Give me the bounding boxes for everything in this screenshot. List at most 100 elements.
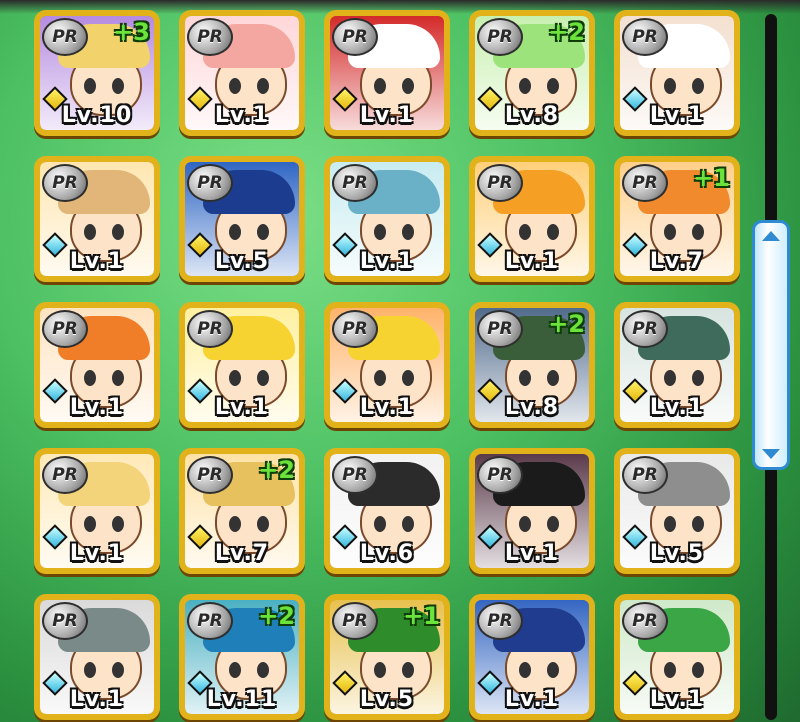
eye-right xyxy=(692,370,704,386)
character-card[interactable]: PR Lv.1 xyxy=(614,10,740,136)
level-label: Lv.8 xyxy=(504,103,560,128)
character-card[interactable]: PR Lv.1 xyxy=(469,594,595,720)
character-card[interactable]: PR Lv.1 xyxy=(469,448,595,574)
eye-right xyxy=(692,662,704,678)
bonus-plus-badge: +2 xyxy=(548,18,585,46)
eye-left xyxy=(374,78,386,94)
rarity-badge: PR xyxy=(187,310,233,348)
eye-right xyxy=(402,78,414,94)
eye-left xyxy=(519,516,531,532)
level-label: Lv.1 xyxy=(69,395,125,420)
character-card[interactable]: PR Lv.1 xyxy=(324,10,450,136)
scroll-thumb[interactable] xyxy=(752,220,790,470)
eye-left xyxy=(519,78,531,94)
level-label: Lv.1 xyxy=(69,541,125,566)
character-card[interactable]: PR +1 Lv.5 xyxy=(324,594,450,720)
eye-left xyxy=(664,516,676,532)
level-label: Lv.1 xyxy=(649,103,705,128)
eye-left xyxy=(664,224,676,240)
character-card[interactable]: PR Lv.1 xyxy=(34,594,160,720)
level-label: Lv.5 xyxy=(649,541,705,566)
eye-left xyxy=(519,370,531,386)
eye-left xyxy=(229,224,241,240)
character-card[interactable]: PR Lv.1 xyxy=(324,156,450,282)
eye-left xyxy=(229,78,241,94)
level-label: Lv.1 xyxy=(359,249,415,274)
rarity-badge: PR xyxy=(332,602,378,640)
rarity-badge: PR xyxy=(622,18,668,56)
rarity-badge: PR xyxy=(187,164,233,202)
character-card[interactable]: PR Lv.5 xyxy=(179,156,305,282)
level-label: Lv.10 xyxy=(61,103,133,128)
character-card[interactable]: PR Lv.1 xyxy=(614,594,740,720)
eye-left xyxy=(84,662,96,678)
chevron-up-icon xyxy=(762,231,780,241)
eye-left xyxy=(84,370,96,386)
rarity-badge: PR xyxy=(42,18,88,56)
level-label: Lv.7 xyxy=(214,541,270,566)
character-card[interactable]: PR +2 Lv.8 xyxy=(469,10,595,136)
rarity-badge: PR xyxy=(622,310,668,348)
bonus-plus-badge: +2 xyxy=(258,602,295,630)
character-card[interactable]: PR Lv.1 xyxy=(469,156,595,282)
level-label: Lv.11 xyxy=(206,687,278,712)
level-label: Lv.1 xyxy=(69,687,125,712)
level-label: Lv.1 xyxy=(69,249,125,274)
rarity-badge: PR xyxy=(477,602,523,640)
rarity-badge: PR xyxy=(332,164,378,202)
eye-right xyxy=(112,662,124,678)
character-card[interactable]: PR Lv.1 xyxy=(324,302,450,428)
character-card[interactable]: PR Lv.1 xyxy=(34,448,160,574)
level-label: Lv.1 xyxy=(649,687,705,712)
rarity-badge: PR xyxy=(477,310,523,348)
level-label: Lv.8 xyxy=(504,395,560,420)
eye-left xyxy=(374,662,386,678)
level-label: Lv.6 xyxy=(359,541,415,566)
character-card[interactable]: PR Lv.1 xyxy=(614,302,740,428)
eye-right xyxy=(402,662,414,678)
eye-right xyxy=(112,370,124,386)
eye-left xyxy=(664,78,676,94)
level-label: Lv.7 xyxy=(649,249,705,274)
level-label: Lv.1 xyxy=(649,395,705,420)
character-card[interactable]: PR +2 Lv.11 xyxy=(179,594,305,720)
character-card[interactable]: PR Lv.6 xyxy=(324,448,450,574)
character-card[interactable]: PR +2 Lv.7 xyxy=(179,448,305,574)
character-card[interactable]: PR +2 Lv.8 xyxy=(469,302,595,428)
level-label: Lv.1 xyxy=(214,395,270,420)
rarity-badge: PR xyxy=(622,602,668,640)
bonus-plus-badge: +1 xyxy=(403,602,440,630)
rarity-badge: PR xyxy=(332,310,378,348)
character-card[interactable]: PR +1 Lv.7 xyxy=(614,156,740,282)
rarity-badge: PR xyxy=(477,456,523,494)
character-card[interactable]: PR Lv.1 xyxy=(179,302,305,428)
eye-left xyxy=(374,516,386,532)
eye-left xyxy=(229,370,241,386)
character-card[interactable]: PR Lv.1 xyxy=(34,302,160,428)
eye-right xyxy=(547,370,559,386)
eye-right xyxy=(547,224,559,240)
eye-right xyxy=(547,78,559,94)
level-label: Lv.1 xyxy=(504,687,560,712)
character-card[interactable]: PR Lv.5 xyxy=(614,448,740,574)
eye-left xyxy=(664,370,676,386)
character-card[interactable]: PR Lv.1 xyxy=(179,10,305,136)
eye-left xyxy=(84,224,96,240)
eye-right xyxy=(257,370,269,386)
eye-right xyxy=(692,224,704,240)
eye-left xyxy=(664,662,676,678)
bonus-plus-badge: +2 xyxy=(548,310,585,338)
rarity-badge: PR xyxy=(42,310,88,348)
character-card[interactable]: PR +3 Lv.10 xyxy=(34,10,160,136)
level-label: Lv.5 xyxy=(359,687,415,712)
eye-right xyxy=(692,516,704,532)
rarity-badge: PR xyxy=(187,602,233,640)
eye-right xyxy=(402,516,414,532)
eye-left xyxy=(519,224,531,240)
bonus-plus-badge: +2 xyxy=(258,456,295,484)
rarity-badge: PR xyxy=(187,456,233,494)
eye-right xyxy=(112,224,124,240)
character-card[interactable]: PR Lv.1 xyxy=(34,156,160,282)
rarity-badge: PR xyxy=(42,164,88,202)
eye-right xyxy=(402,370,414,386)
